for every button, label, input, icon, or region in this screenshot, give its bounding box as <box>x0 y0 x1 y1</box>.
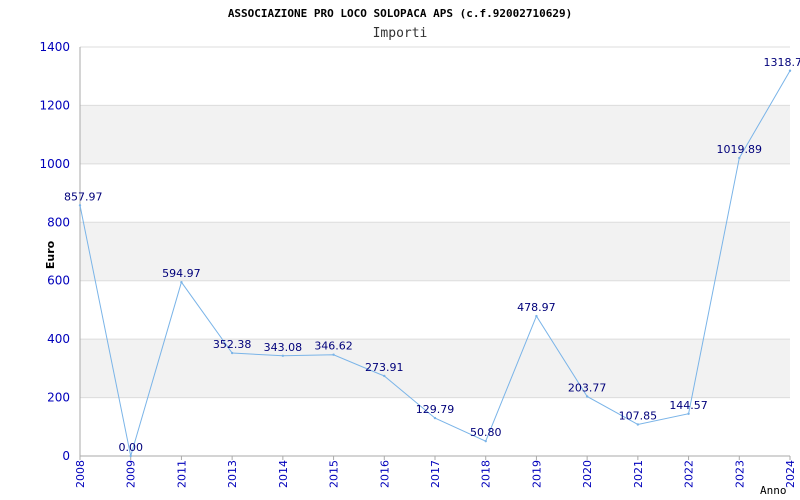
x-tick-label: 2017 <box>429 460 442 488</box>
grid-band <box>80 339 790 398</box>
data-label: 857.97 <box>64 190 103 203</box>
data-point <box>129 454 132 458</box>
x-tick-label: 2009 <box>125 460 138 488</box>
data-label: 1019.89 <box>717 143 763 156</box>
data-point <box>484 439 487 443</box>
x-tick-label: 2022 <box>683 460 696 488</box>
plot-background-bands <box>80 105 790 398</box>
data-point <box>585 395 589 398</box>
x-tick-label: 2014 <box>277 460 290 488</box>
data-point <box>281 354 285 357</box>
data-point <box>535 314 538 318</box>
data-point <box>687 412 690 415</box>
y-tick-label: 200 <box>47 391 70 405</box>
y-tick-label: 1200 <box>39 98 70 112</box>
y-tick-label: 800 <box>47 215 70 229</box>
y-tick-label: 400 <box>47 332 70 346</box>
chart: ASSOCIAZIONE PRO LOCO SOLOPACA APS (c.f.… <box>39 7 800 497</box>
data-point <box>738 156 741 160</box>
x-tick-label: 2008 <box>74 460 87 488</box>
data-point <box>230 351 234 355</box>
data-label: 273.91 <box>365 361 404 374</box>
data-label: 144.57 <box>669 399 708 412</box>
chart-subtitle: Importi <box>373 26 428 41</box>
x-tick-label: 2018 <box>480 460 493 488</box>
data-point <box>383 374 386 378</box>
x-tick-label: 2015 <box>328 460 341 488</box>
data-label: 107.85 <box>619 409 658 422</box>
y-tick-label: 600 <box>47 274 70 288</box>
data-label: 0.00 <box>118 441 143 454</box>
x-tick-labels: 2008 2009 2011 2013 2014 2015 2016 2017 2018 2019… <box>74 460 797 488</box>
data-point <box>180 280 183 284</box>
data-label: 594.97 <box>162 267 201 280</box>
data-label: 346.62 <box>314 340 353 353</box>
chart-title: ASSOCIAZIONE PRO LOCO SOLOPACA APS (c.f.… <box>228 7 572 20</box>
data-label: 129.79 <box>416 403 455 416</box>
x-tick-label: 2020 <box>581 460 594 488</box>
data-label: 1318.7 <box>764 56 800 69</box>
data-label: 343.08 <box>264 341 303 354</box>
data-point <box>332 353 335 356</box>
x-tick-label: 2011 <box>175 460 188 488</box>
y-tick-label: 1400 <box>39 40 70 54</box>
data-label: 478.97 <box>517 301 556 314</box>
x-tick-label: 2023 <box>733 460 746 488</box>
grid-band <box>80 105 790 164</box>
data-point <box>433 416 437 420</box>
x-tick-label: 2016 <box>378 460 391 488</box>
data-label: 50.80 <box>470 426 502 439</box>
data-label: 203.77 <box>568 381 607 394</box>
x-tick-label: 2019 <box>530 460 543 488</box>
y-tick-label: 1000 <box>39 157 70 171</box>
y-axis-label: Euro <box>44 240 57 269</box>
x-tick-label: 2013 <box>226 460 239 488</box>
x-tick-label: 2021 <box>632 460 645 488</box>
data-point <box>78 204 82 207</box>
data-point <box>636 423 640 426</box>
x-axis-label: Anno <box>760 484 787 497</box>
data-label: 352.38 <box>213 338 252 351</box>
data-point <box>788 69 792 72</box>
y-tick-label: 0 <box>62 449 70 463</box>
